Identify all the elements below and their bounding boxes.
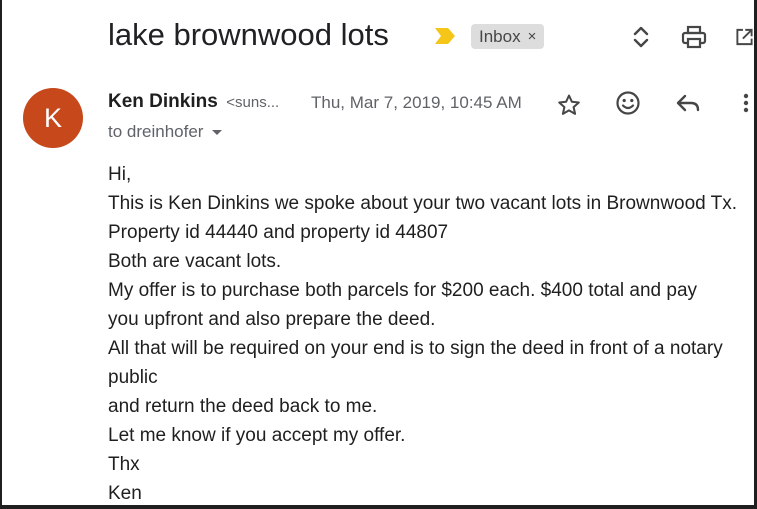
body-line: Property id 44440 and property id 44807 (108, 222, 449, 243)
open-in-new-window-icon[interactable] (735, 24, 754, 50)
sender-email: <suns... (226, 94, 280, 111)
inbox-label-chip: Inbox × (471, 24, 545, 49)
body-line: My offer is to purchase both parcels for… (108, 280, 698, 301)
email-date: Thu, Mar 7, 2019, 10:45 AM (311, 93, 522, 112)
body-line: and return the deed back to me. (108, 396, 378, 417)
body-line: Thx (108, 454, 140, 475)
more-options-icon[interactable] (740, 90, 754, 116)
email-body: Hi, This is Ken Dinkins we spoke about y… (108, 160, 754, 508)
emoji-reaction-icon[interactable] (614, 89, 642, 117)
body-line: This is Ken Dinkins we spoke about your … (108, 193, 738, 214)
remove-label-button[interactable]: × (528, 28, 537, 45)
body-line: public (108, 367, 158, 388)
email-subject: lake brownwood lots (108, 17, 389, 52)
window-border-left (0, 0, 2, 509)
inbox-label-text: Inbox (479, 26, 521, 46)
recipient-details-toggle[interactable]: to dreinhofer (108, 122, 223, 142)
sender-line: Ken Dinkins <suns... (108, 91, 279, 113)
body-line: Hi, (108, 164, 132, 185)
importance-marker-icon[interactable] (434, 27, 456, 45)
star-icon[interactable] (555, 91, 583, 119)
chevron-down-icon (212, 129, 223, 135)
body-line: you upfront and also prepare the deed. (108, 309, 436, 330)
body-line: Let me know if you accept my offer. (108, 425, 406, 446)
body-line: Ken (108, 483, 142, 504)
body-line: All that will be required on your end is… (108, 338, 723, 359)
avatar[interactable]: K (23, 88, 83, 148)
print-icon[interactable] (680, 24, 708, 50)
recipient-text: to dreinhofer (108, 122, 204, 141)
sender-name[interactable]: Ken Dinkins (108, 91, 218, 112)
expand-collapse-icon[interactable] (629, 23, 653, 51)
reply-icon[interactable] (673, 90, 703, 116)
body-line: Both are vacant lots. (108, 251, 282, 272)
